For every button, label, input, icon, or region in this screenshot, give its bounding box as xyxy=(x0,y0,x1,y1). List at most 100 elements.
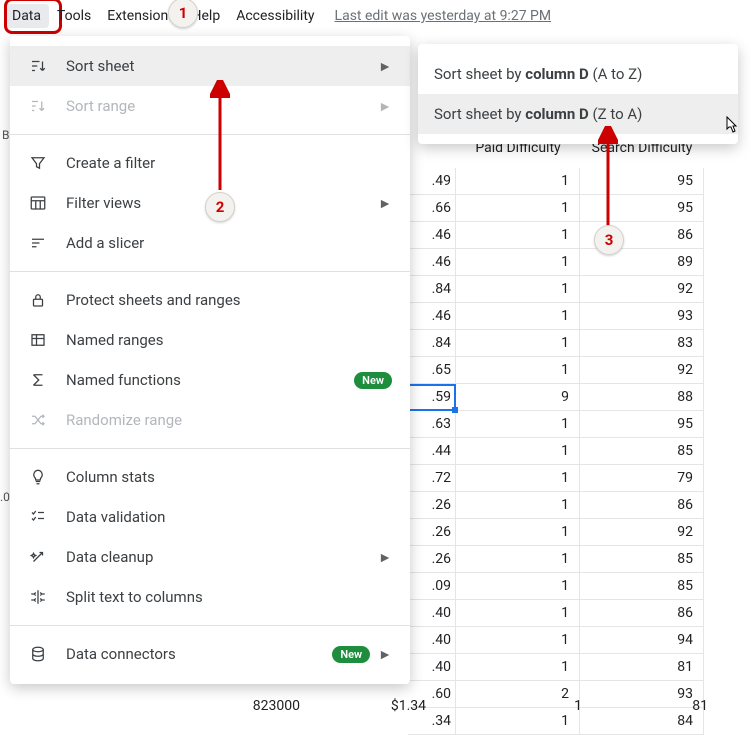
sheet-row[interactable]: .40194 xyxy=(408,627,704,654)
sheet-row[interactable]: .49195 xyxy=(408,168,704,195)
cell-paid-difficulty[interactable]: 1 xyxy=(456,195,580,222)
cell-search-difficulty[interactable]: 92 xyxy=(580,357,704,384)
cell-paid-difficulty[interactable]: 1 xyxy=(456,411,580,438)
cell-search-difficulty[interactable]: 94 xyxy=(580,627,704,654)
cell-paid-difficulty[interactable]: 1 xyxy=(456,168,580,195)
cell-search-difficulty[interactable]: 85 xyxy=(580,546,704,573)
cell-value[interactable]: .59 xyxy=(408,384,456,411)
cell-paid-difficulty[interactable]: 1 xyxy=(456,276,580,303)
bottom-cell[interactable]: 81 xyxy=(588,698,714,714)
cell-search-difficulty[interactable]: 89 xyxy=(580,249,704,276)
cell-value[interactable]: .40 xyxy=(408,654,456,681)
cell-paid-difficulty[interactable]: 1 xyxy=(456,573,580,600)
cell-paid-difficulty[interactable]: 1 xyxy=(456,465,580,492)
sheet-row[interactable]: .46186 xyxy=(408,222,704,249)
cell-paid-difficulty[interactable]: 1 xyxy=(456,654,580,681)
cell-search-difficulty[interactable]: 95 xyxy=(580,168,704,195)
database-icon xyxy=(28,644,48,664)
cell-search-difficulty[interactable]: 85 xyxy=(580,438,704,465)
cell-value[interactable]: .26 xyxy=(408,546,456,573)
menu-split-text[interactable]: Split text to columns xyxy=(10,577,410,617)
cell-search-difficulty[interactable]: 95 xyxy=(580,195,704,222)
cell-search-difficulty[interactable]: 92 xyxy=(580,276,704,303)
cell-value[interactable]: .26 xyxy=(408,519,456,546)
sheet-row[interactable]: .26192 xyxy=(408,519,704,546)
menu-data-validation[interactable]: Data validation xyxy=(10,497,410,537)
sheet-row[interactable]: .66195 xyxy=(408,195,704,222)
cell-value[interactable]: .40 xyxy=(408,627,456,654)
cell-paid-difficulty[interactable]: 9 xyxy=(456,384,580,411)
cell-search-difficulty[interactable]: 86 xyxy=(580,600,704,627)
cell-paid-difficulty[interactable]: 1 xyxy=(456,438,580,465)
sheet-row[interactable]: .40181 xyxy=(408,654,704,681)
cell-value[interactable]: .84 xyxy=(408,276,456,303)
menu-sort-sheet[interactable]: Sort sheet ► xyxy=(10,46,410,86)
bottom-cell[interactable]: 823000 xyxy=(180,698,306,714)
menu-protect[interactable]: Protect sheets and ranges xyxy=(10,280,410,320)
sigma-icon xyxy=(28,370,48,390)
cell-value[interactable]: .65 xyxy=(408,357,456,384)
cell-paid-difficulty[interactable]: 1 xyxy=(456,600,580,627)
sheet-row[interactable]: .72179 xyxy=(408,465,704,492)
cell-search-difficulty[interactable]: 85 xyxy=(580,573,704,600)
menu-data-cleanup[interactable]: Data cleanup ► xyxy=(10,537,410,577)
cell-paid-difficulty[interactable]: 1 xyxy=(456,330,580,357)
cell-paid-difficulty[interactable]: 1 xyxy=(456,303,580,330)
last-edit-link[interactable]: Last edit was yesterday at 9:27 PM xyxy=(335,8,552,24)
bottom-cell[interactable]: 1 xyxy=(432,698,588,714)
cell-value[interactable]: .72 xyxy=(408,465,456,492)
sort-az[interactable]: Sort sheet by column D (A to Z) xyxy=(418,54,738,94)
menu-named-functions[interactable]: Named functions New xyxy=(10,360,410,400)
cell-search-difficulty[interactable]: 92 xyxy=(580,519,704,546)
cell-value[interactable]: .09 xyxy=(408,573,456,600)
cell-value[interactable]: .46 xyxy=(408,222,456,249)
cell-search-difficulty[interactable]: 83 xyxy=(580,330,704,357)
menu-add-slicer[interactable]: Add a slicer xyxy=(10,223,410,263)
sheet-row[interactable]: .46189 xyxy=(408,249,704,276)
sheet-row[interactable]: .40186 xyxy=(408,600,704,627)
cell-search-difficulty[interactable]: 86 xyxy=(580,492,704,519)
cell-paid-difficulty[interactable]: 1 xyxy=(456,492,580,519)
sheet-row[interactable]: .59988 xyxy=(408,384,704,411)
cell-paid-difficulty[interactable]: 1 xyxy=(456,249,580,276)
cell-value[interactable]: .84 xyxy=(408,330,456,357)
cell-paid-difficulty[interactable]: 1 xyxy=(456,222,580,249)
cell-paid-difficulty[interactable]: 1 xyxy=(456,627,580,654)
cell-paid-difficulty[interactable]: 1 xyxy=(456,546,580,573)
sheet-row[interactable]: .84192 xyxy=(408,276,704,303)
cell-search-difficulty[interactable]: 88 xyxy=(580,384,704,411)
bottom-cell[interactable]: $1.34 xyxy=(306,698,432,714)
menu-tools[interactable]: Tools xyxy=(49,4,99,28)
cell-value[interactable]: .49 xyxy=(408,168,456,195)
cell-value[interactable]: .46 xyxy=(408,249,456,276)
sort-za[interactable]: Sort sheet by column D (Z to A) xyxy=(418,94,738,134)
cell-value[interactable]: .40 xyxy=(408,600,456,627)
cell-value[interactable]: .63 xyxy=(408,411,456,438)
menu-named-ranges[interactable]: Named ranges xyxy=(10,320,410,360)
cell-value[interactable]: .66 xyxy=(408,195,456,222)
cell-value[interactable]: .44 xyxy=(408,438,456,465)
menu-create-filter[interactable]: Create a filter xyxy=(10,143,410,183)
cell-search-difficulty[interactable]: 93 xyxy=(580,303,704,330)
menu-data-connectors[interactable]: Data connectors New ► xyxy=(10,634,410,674)
menu-column-stats[interactable]: Column stats xyxy=(10,457,410,497)
sheet-row[interactable]: .26185 xyxy=(408,546,704,573)
sheet-row[interactable]: .09185 xyxy=(408,573,704,600)
cell-search-difficulty[interactable]: 79 xyxy=(580,465,704,492)
cell-search-difficulty[interactable]: 95 xyxy=(580,411,704,438)
sheet-row[interactable]: .65192 xyxy=(408,357,704,384)
sheet-row[interactable]: .46193 xyxy=(408,303,704,330)
menu-divider xyxy=(10,134,410,135)
sheet-rows[interactable]: .49195.66195.46186.46189.84192.46193.841… xyxy=(408,168,704,735)
menu-accessibility[interactable]: Accessibility xyxy=(228,4,322,28)
cell-value[interactable]: .46 xyxy=(408,303,456,330)
sheet-row[interactable]: .44185 xyxy=(408,438,704,465)
cell-value[interactable]: .26 xyxy=(408,492,456,519)
cell-search-difficulty[interactable]: 81 xyxy=(580,654,704,681)
sheet-row[interactable]: .84183 xyxy=(408,330,704,357)
cell-paid-difficulty[interactable]: 1 xyxy=(456,357,580,384)
sheet-row[interactable]: .26186 xyxy=(408,492,704,519)
cell-paid-difficulty[interactable]: 1 xyxy=(456,519,580,546)
sheet-row[interactable]: .63195 xyxy=(408,411,704,438)
menu-data[interactable]: Data xyxy=(4,4,49,28)
